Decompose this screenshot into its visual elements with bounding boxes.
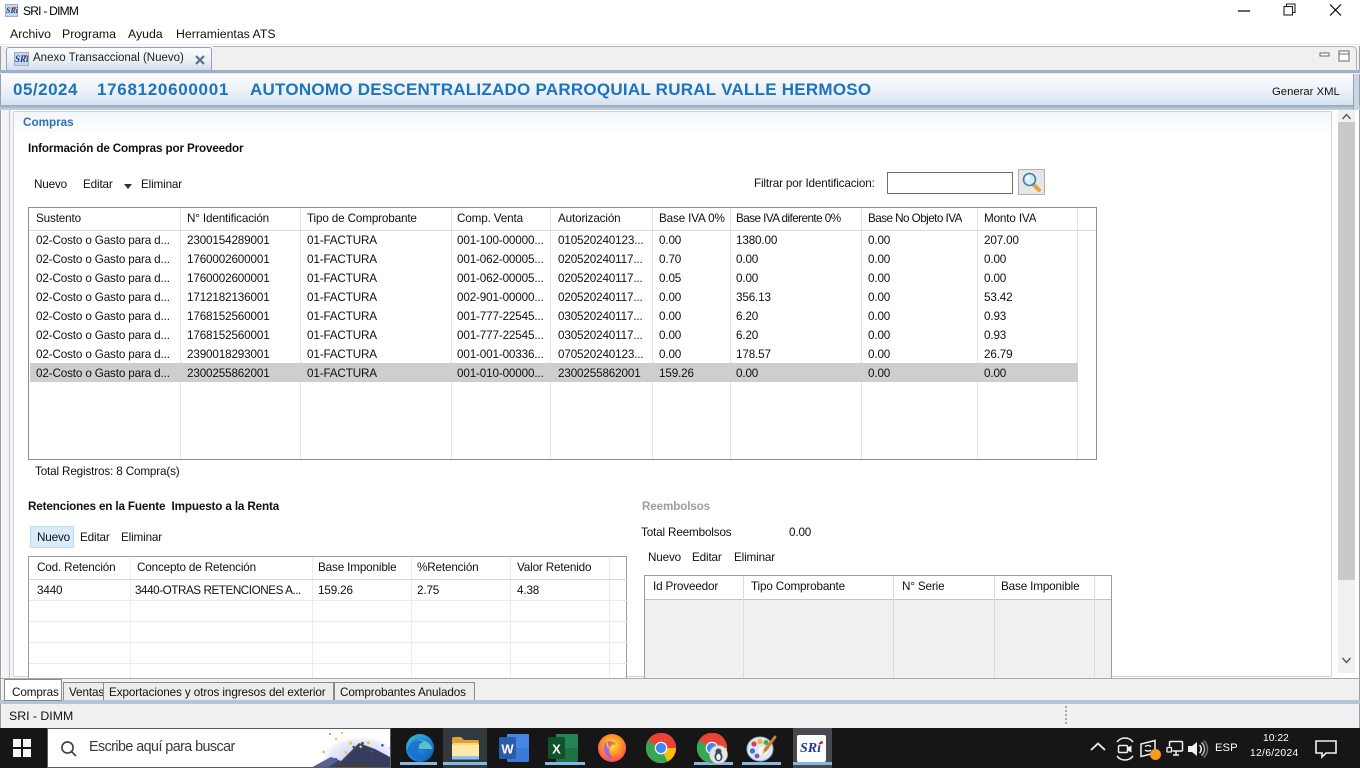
- svg-text:X: X: [552, 742, 561, 757]
- svg-text:W: W: [501, 742, 514, 757]
